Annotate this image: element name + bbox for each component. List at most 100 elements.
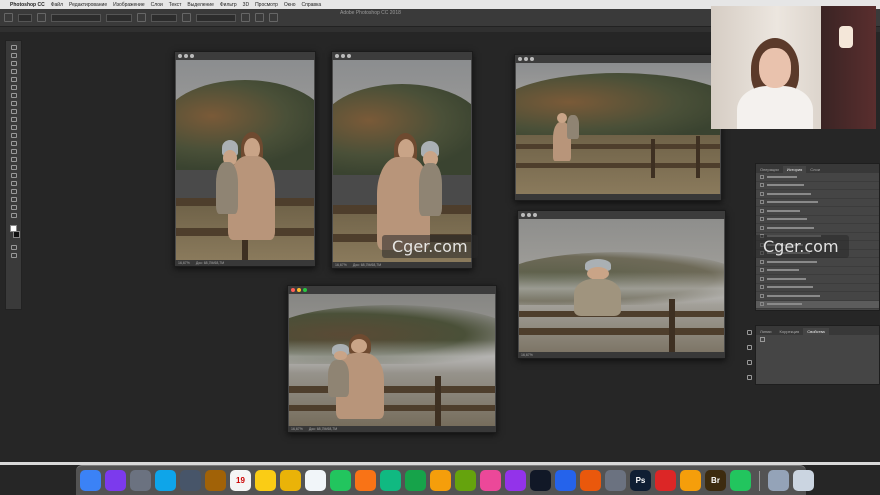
- shape-tool-icon[interactable]: [10, 189, 17, 194]
- zoom-window-button[interactable]: [530, 57, 534, 61]
- app-menu[interactable]: Photoshop CC: [10, 2, 45, 8]
- clone-stamp-tool-icon[interactable]: [10, 117, 17, 122]
- history-state-row[interactable]: [756, 173, 879, 182]
- history-state-row[interactable]: [756, 275, 879, 284]
- document-title-bar[interactable]: [515, 55, 721, 63]
- flow-field[interactable]: [151, 13, 177, 22]
- trash-icon[interactable]: [793, 470, 814, 491]
- smoothing-settings-icon[interactable]: [241, 13, 250, 22]
- brush-tool-icon[interactable]: [10, 109, 17, 114]
- itunes-icon[interactable]: [480, 470, 501, 491]
- menu-layers[interactable]: Слои: [151, 2, 163, 8]
- history-state-row[interactable]: [756, 258, 879, 267]
- close-window-button[interactable]: [178, 54, 182, 58]
- history-state-row[interactable]: [756, 182, 879, 190]
- zoom-level[interactable]: 16,67%: [335, 263, 347, 267]
- swatches-panel-icon[interactable]: [746, 345, 752, 350]
- facetime-icon[interactable]: [405, 470, 426, 491]
- screen-mode-icon[interactable]: [10, 253, 17, 258]
- zoom-level[interactable]: 16,67%: [521, 353, 533, 357]
- history-state-row[interactable]: [756, 284, 879, 292]
- finder-icon[interactable]: [80, 470, 101, 491]
- zoom-window-button[interactable]: [533, 213, 537, 217]
- apple-tv-icon[interactable]: [530, 470, 551, 491]
- calendar-icon[interactable]: 19: [230, 470, 251, 491]
- minimize-window-button[interactable]: [527, 213, 531, 217]
- close-window-button[interactable]: [521, 213, 525, 217]
- document-photo[interactable]: [333, 60, 471, 262]
- minimize-window-button[interactable]: [297, 288, 301, 292]
- tab-history[interactable]: История: [782, 166, 807, 173]
- blur-tool-icon[interactable]: [10, 149, 17, 154]
- podcasts-icon[interactable]: [505, 470, 526, 491]
- preview-icon[interactable]: [180, 470, 201, 491]
- brush-tool-icon[interactable]: [4, 13, 13, 22]
- close-window-button[interactable]: [335, 54, 339, 58]
- photoshop-icon[interactable]: Ps: [630, 470, 651, 491]
- reminders-icon[interactable]: [305, 470, 326, 491]
- downloads-icon[interactable]: [768, 470, 789, 491]
- menu-window[interactable]: Окно: [284, 2, 296, 8]
- tab-properties[interactable]: Свойства: [803, 328, 829, 335]
- document-title-bar[interactable]: [518, 211, 725, 219]
- document-photo[interactable]: [176, 60, 314, 260]
- airbrush-icon[interactable]: [182, 13, 191, 22]
- chrome-icon[interactable]: [680, 470, 701, 491]
- hand-tool-icon[interactable]: [10, 197, 17, 202]
- tab-actions[interactable]: Операции: [756, 166, 783, 173]
- gradient-tool-icon[interactable]: [10, 141, 17, 146]
- minimize-window-button[interactable]: [524, 57, 528, 61]
- minimize-window-button[interactable]: [341, 54, 345, 58]
- quick-select-tool-icon[interactable]: [10, 69, 17, 74]
- crop-tool-icon[interactable]: [10, 77, 17, 82]
- mode-dropdown[interactable]: [51, 13, 101, 22]
- brush-settings-panel-icon[interactable]: [746, 330, 752, 335]
- healing-brush-tool-icon[interactable]: [10, 101, 17, 106]
- menu-edit[interactable]: Редактирование: [69, 2, 107, 8]
- zoom-level[interactable]: 16,67%: [178, 261, 190, 265]
- document-title-bar[interactable]: [175, 52, 315, 60]
- history-state-row[interactable]: [756, 300, 879, 309]
- menu-image[interactable]: Изображение: [113, 2, 145, 8]
- menu-file[interactable]: Файл: [51, 2, 63, 8]
- background-color-swatch[interactable]: [12, 231, 20, 238]
- pages-icon[interactable]: [430, 470, 451, 491]
- document-photo[interactable]: [516, 63, 720, 194]
- zoom-window-button[interactable]: [190, 54, 194, 58]
- pressure-size-icon[interactable]: [255, 13, 264, 22]
- history-state-row[interactable]: [756, 267, 879, 275]
- document-window-active[interactable]: 16,67% Док: 68,7M/68,7M: [287, 285, 497, 433]
- history-state-row[interactable]: [756, 224, 879, 233]
- menu-3d[interactable]: 3D: [243, 2, 249, 8]
- pen-tool-icon[interactable]: [10, 165, 17, 170]
- photos-icon[interactable]: [355, 470, 376, 491]
- messages-icon[interactable]: [380, 470, 401, 491]
- zoom-window-button[interactable]: [303, 288, 307, 292]
- smoothing-field[interactable]: [196, 13, 236, 22]
- document-title-bar[interactable]: [332, 52, 472, 60]
- close-window-button[interactable]: [518, 57, 522, 61]
- menu-type[interactable]: Текст: [169, 2, 182, 8]
- contacts-icon[interactable]: [205, 470, 226, 491]
- zoom-level[interactable]: 16,67%: [291, 427, 303, 431]
- edit-toolbar-icon[interactable]: [10, 213, 17, 218]
- brush-preset-dropdown[interactable]: [18, 13, 32, 22]
- safari-icon[interactable]: [155, 470, 176, 491]
- type-tool-icon[interactable]: [10, 173, 17, 178]
- pressure-opacity-icon[interactable]: [137, 13, 146, 22]
- channels-panel-icon[interactable]: [746, 375, 752, 380]
- history-state-row[interactable]: [756, 207, 879, 216]
- move-tool-icon[interactable]: [10, 45, 17, 50]
- document-window[interactable]: 16,67% Док: 68,7M/68,7M: [174, 51, 316, 267]
- tab-lines[interactable]: Линии: [756, 328, 776, 335]
- adjustments-panel-icon[interactable]: [746, 360, 752, 365]
- launchpad-icon[interactable]: [130, 470, 151, 491]
- system-preferences-icon[interactable]: [605, 470, 626, 491]
- history-state-row[interactable]: [756, 199, 879, 207]
- creative-cloud-icon[interactable]: [655, 470, 676, 491]
- opacity-field[interactable]: [106, 13, 132, 22]
- quick-mask-icon[interactable]: [10, 245, 17, 250]
- menu-filter[interactable]: Фильтр: [220, 2, 237, 8]
- history-state-row[interactable]: [756, 190, 879, 199]
- document-window[interactable]: [514, 54, 722, 201]
